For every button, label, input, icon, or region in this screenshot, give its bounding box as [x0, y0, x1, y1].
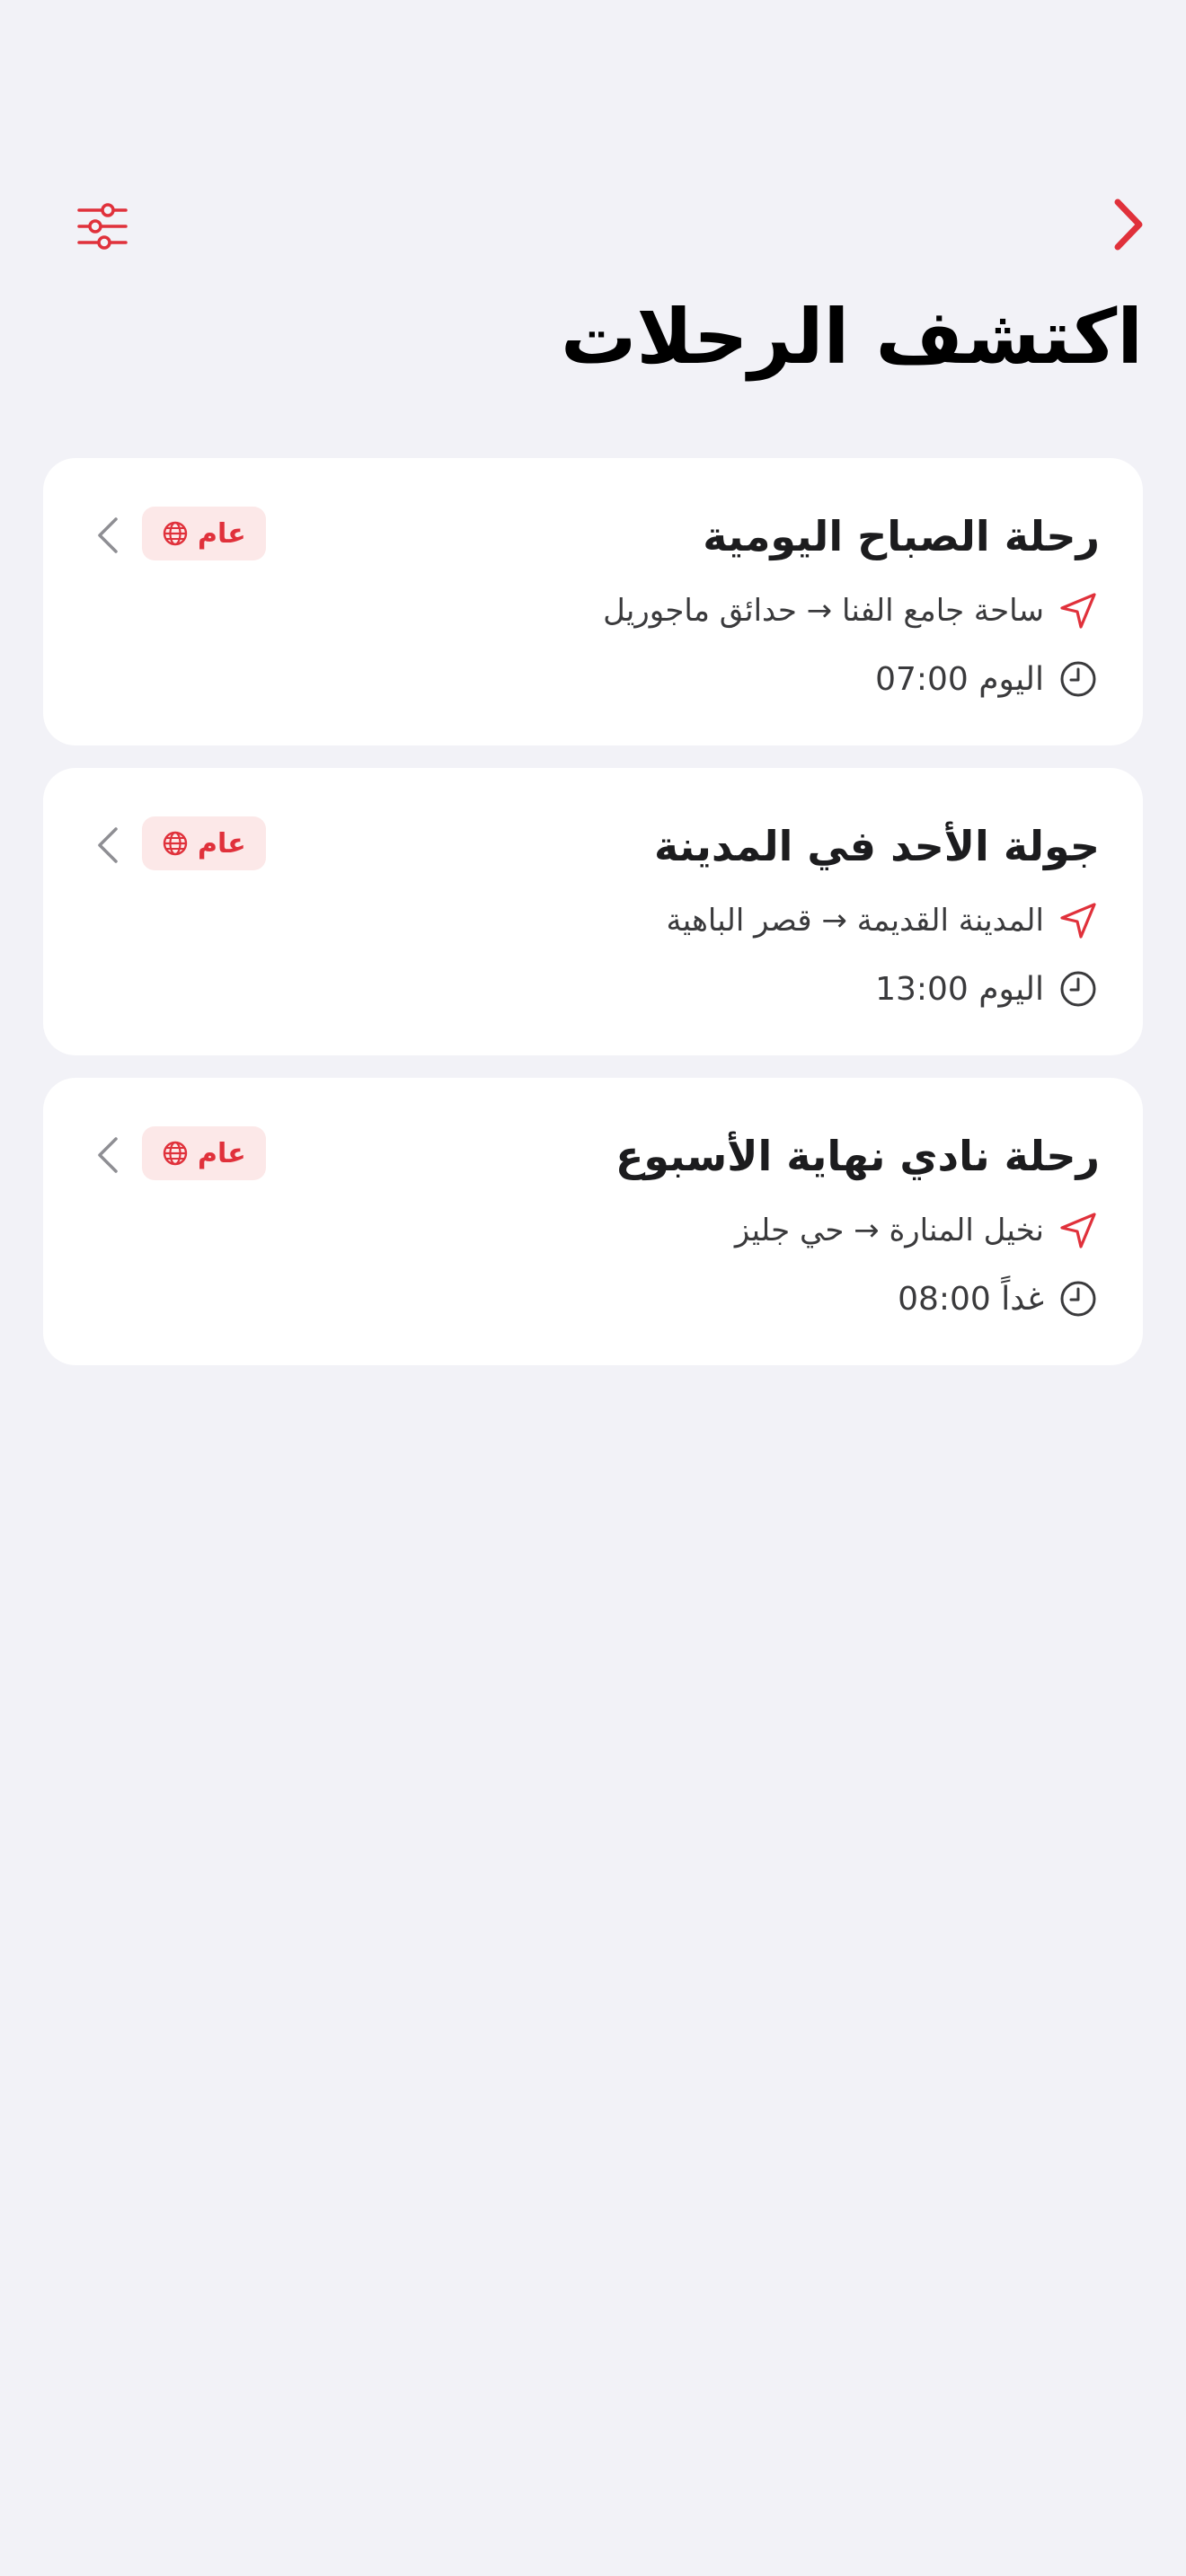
- sliders-icon: [77, 203, 128, 250]
- trip-route: المدينة القديمة → قصر الباهية: [666, 894, 1100, 948]
- trip-time-text: اليوم 07:00: [875, 660, 1044, 698]
- trip-card[interactable]: جولة الأحد في المدينة المدينة القديمة → …: [43, 768, 1143, 1055]
- chevron-left-icon[interactable]: [90, 514, 126, 557]
- trip-route-text: نخيل المنارة → حي جليز: [734, 1213, 1044, 1248]
- visibility-badge: عام: [142, 816, 266, 870]
- trip-card[interactable]: رحلة نادي نهاية الأسبوع نخيل المنارة → ح…: [43, 1078, 1143, 1365]
- globe-icon: [163, 521, 188, 546]
- page-title: اكتشف الرحلات: [560, 293, 1143, 381]
- globe-icon: [163, 831, 188, 856]
- trip-title: رحلة الصباح اليومية: [703, 512, 1100, 560]
- trip-time: غداً 08:00: [898, 1272, 1100, 1326]
- chevron-right-icon: [1114, 198, 1143, 251]
- trip-time-text: اليوم 13:00: [875, 970, 1044, 1008]
- navigation-arrow-icon: [1057, 1209, 1100, 1252]
- trip-route: نخيل المنارة → حي جليز: [735, 1204, 1100, 1257]
- badge-label: عام: [198, 517, 246, 550]
- trip-time: اليوم 07:00: [875, 652, 1100, 706]
- globe-icon: [163, 1141, 188, 1166]
- trip-card[interactable]: رحلة الصباح اليومية ساحة جامع الفنا → حد…: [43, 458, 1143, 745]
- trip-time: اليوم 13:00: [875, 962, 1100, 1016]
- trip-title: رحلة نادي نهاية الأسبوع: [615, 1132, 1100, 1180]
- badge-label: عام: [198, 827, 246, 860]
- filter-button[interactable]: [72, 196, 133, 257]
- visibility-badge: عام: [142, 507, 266, 560]
- back-button[interactable]: [1100, 194, 1157, 255]
- trip-route-text: المدينة القديمة → قصر الباهية: [666, 903, 1044, 939]
- navigation-arrow-icon: [1057, 589, 1100, 632]
- chevron-left-icon[interactable]: [90, 1134, 126, 1177]
- clock-icon: [1057, 1277, 1100, 1320]
- trip-route-text: ساحة جامع الفنا → حدائق ماجوريل: [603, 593, 1044, 629]
- trip-title: جولة الأحد في المدينة: [653, 822, 1100, 870]
- clock-icon: [1057, 657, 1100, 701]
- trip-time-text: غداً 08:00: [898, 1280, 1044, 1318]
- trip-route: ساحة جامع الفنا → حدائق ماجوريل: [603, 584, 1100, 638]
- trip-list: رحلة الصباح اليومية ساحة جامع الفنا → حد…: [43, 458, 1143, 1388]
- visibility-badge: عام: [142, 1126, 266, 1180]
- badge-label: عام: [198, 1137, 246, 1169]
- top-bar: [0, 189, 1186, 260]
- chevron-left-icon[interactable]: [90, 824, 126, 867]
- clock-icon: [1057, 967, 1100, 1010]
- navigation-arrow-icon: [1057, 899, 1100, 942]
